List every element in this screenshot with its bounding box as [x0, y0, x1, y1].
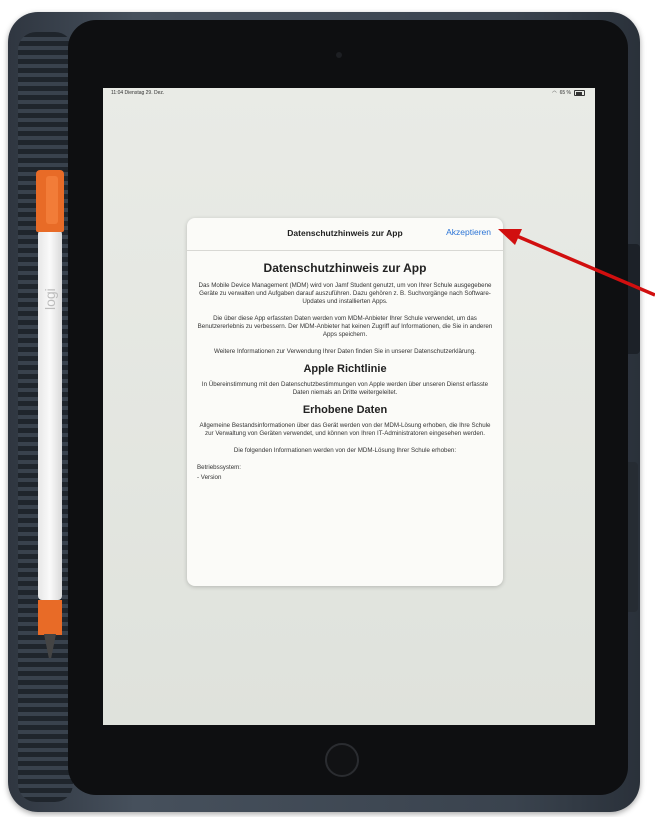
- status-bar: 11:04 Dienstag 29. Dez. ◠ 65 %: [103, 88, 595, 98]
- front-camera: [336, 52, 342, 58]
- logitech-crayon-pencil: logi: [34, 170, 68, 660]
- pencil-band: [38, 600, 62, 635]
- status-time-date: 11:04 Dienstag 29. Dez.: [111, 90, 165, 96]
- privacy-dialog: Datenschutzhinweis zur App Akzeptieren D…: [187, 218, 503, 586]
- main-heading: Datenschutzhinweis zur App: [263, 261, 427, 275]
- wifi-icon: ◠: [552, 90, 557, 96]
- apple-heading: Apple Richtlinie: [303, 363, 387, 375]
- accept-button[interactable]: Akzeptieren: [446, 227, 491, 237]
- pencil-cap: [36, 170, 64, 232]
- paragraph-following-info: Die folgenden Informationen werden von d…: [233, 447, 457, 454]
- home-button[interactable]: [325, 743, 359, 777]
- paragraph-more-info: Weitere Informationen zur Verwendung Ihr…: [214, 348, 476, 355]
- battery-icon: [574, 90, 585, 96]
- battery-percent: 65 %: [559, 90, 571, 96]
- dialog-body: Datenschutzhinweis zur App Das Mobile De…: [197, 258, 493, 484]
- paragraph-inventory: Allgemeine Bestandsinformationen über da…: [199, 422, 491, 437]
- pencil-clip: [46, 176, 58, 224]
- dialog-header: Datenschutzhinweis zur App Akzeptieren: [187, 218, 503, 251]
- collected-data-heading: Erhobene Daten: [302, 404, 388, 416]
- paragraph-mdm-usage: Das Mobile Device Management (MDM) wird …: [198, 282, 492, 305]
- os-item: - Version: [197, 474, 222, 481]
- os-label: Betriebssystem:: [197, 464, 242, 471]
- paragraph-data-usage: Die über diese App erfassten Daten werde…: [197, 315, 493, 338]
- paragraph-apple-policy: In Übereinstimmung mit den Datenschutzbe…: [201, 381, 489, 396]
- pencil-tip: [44, 634, 56, 658]
- pencil-logo: logi: [42, 288, 58, 310]
- status-right: ◠ 65 %: [552, 90, 585, 96]
